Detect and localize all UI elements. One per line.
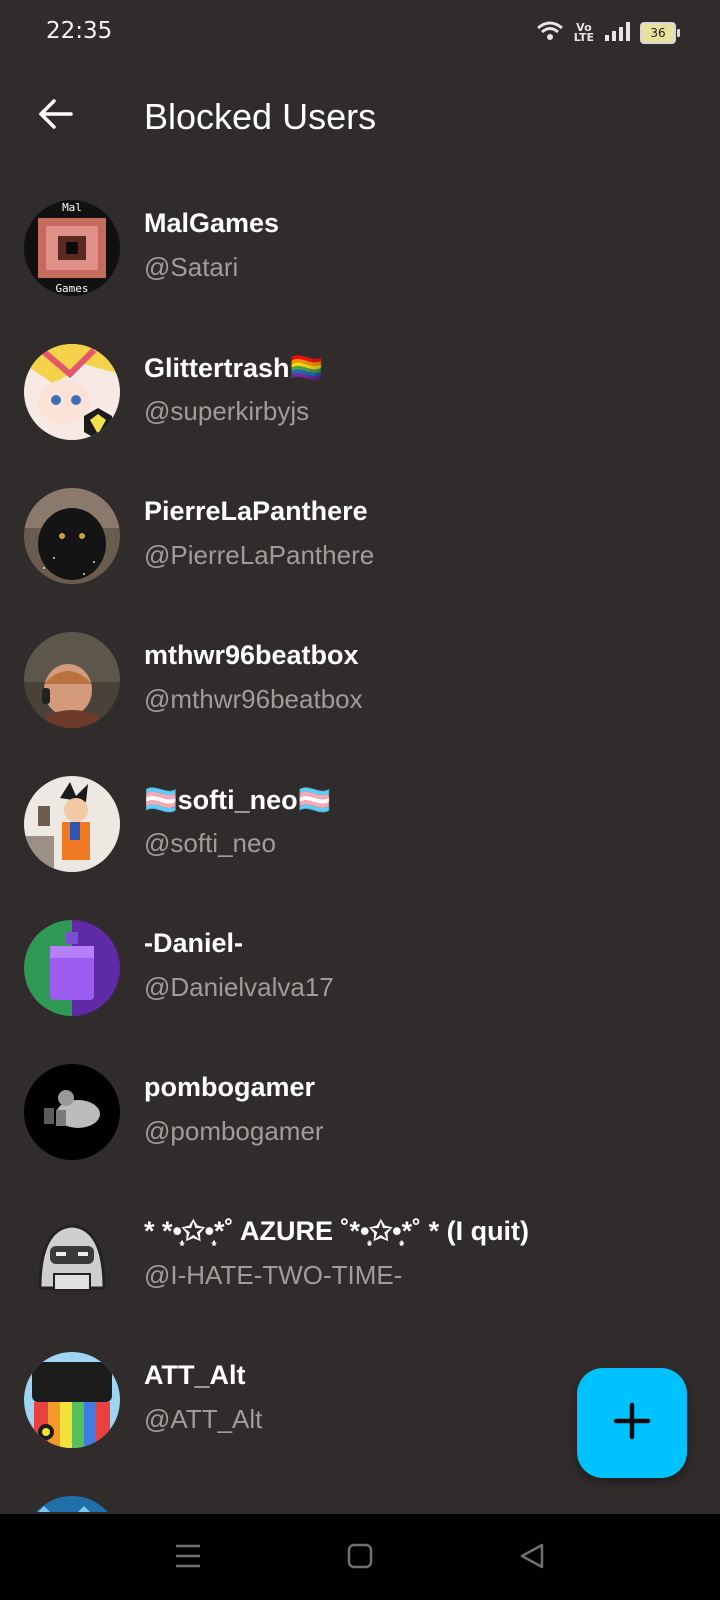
display-name: ATT_Alt [144, 1360, 246, 1390]
avatar [24, 344, 120, 440]
user-row-pierrelapanthere[interactable]: PierreLaPanthere @PierreLaPanthere [0, 464, 720, 608]
system-nav-bar [0, 1514, 720, 1600]
display-name: * *•̩̩͙✩•̩̩͙*˚ AZURE ˚*•̩̩͙✩•̩̩͙*˚ * (I … [144, 1216, 530, 1246]
menu-icon [174, 1543, 202, 1573]
volte-bottom-label: LTE [573, 31, 594, 44]
user-row-azure[interactable]: * *•̩̩͙✩•̩̩͙*˚ AZURE ˚*•̩̩͙✩•̩̩͙*˚ * (I … [0, 1184, 720, 1328]
signal-icon [604, 21, 630, 45]
add-blocked-user-button[interactable] [577, 1368, 687, 1478]
status-time: 22:35 [46, 18, 113, 44]
username: @superkirbyjs [144, 396, 310, 426]
avatar [24, 1496, 120, 1512]
app-bar: Blocked Users [0, 64, 720, 176]
username: @PierreLaPanthere [144, 540, 375, 570]
user-row-mthwr96beatbox[interactable]: mthwr96beatbox @mthwr96beatbox [0, 608, 720, 752]
username: @Danielvalva17 [144, 972, 334, 1002]
avatar: Mal Games [24, 200, 120, 296]
triangle-back-icon [519, 1543, 545, 1573]
user-row-partial[interactable] [0, 1472, 720, 1512]
display-name: 🏳️‍⚧️softi_neo🏳️‍⚧️ [144, 785, 332, 815]
back-button[interactable] [28, 88, 84, 144]
display-name: mthwr96beatbox [144, 640, 359, 670]
page-title: Blocked Users [144, 96, 377, 137]
user-row-daniel[interactable]: -Daniel- @Danielvalva17 [0, 896, 720, 1040]
display-name: pombogamer [144, 1072, 316, 1102]
avatar-text-top: Mal [62, 201, 82, 214]
display-name: Glittertrash🏳️‍🌈 [144, 353, 324, 383]
arrow-left-icon [38, 98, 74, 134]
username: @softi_neo [144, 828, 276, 858]
username: @Satari [144, 252, 239, 282]
avatar [24, 1208, 120, 1304]
wifi-icon [536, 20, 564, 46]
display-name: MalGames [144, 208, 280, 238]
display-name: -Daniel- [144, 928, 244, 958]
avatar [24, 488, 120, 584]
status-icons: Vo LTE 36 [536, 20, 680, 46]
status-bar: 22:35 Vo LTE 36 [0, 0, 720, 64]
square-icon [347, 1543, 373, 1573]
user-row-pombogamer[interactable]: pombogamer @pombogamer [0, 1040, 720, 1184]
username: @pombogamer [144, 1116, 324, 1146]
nav-home-button[interactable] [338, 1536, 382, 1580]
username: @I-HATE-TWO-TIME- [144, 1260, 403, 1290]
avatar [24, 632, 120, 728]
user-row-malgames[interactable]: Mal Games MalGames @Satari [0, 176, 720, 320]
nav-back-button[interactable] [510, 1536, 554, 1580]
volte-icon: Vo LTE [573, 22, 594, 44]
plus-icon [612, 1401, 652, 1445]
battery-level: 36 [650, 26, 666, 40]
avatar [24, 1064, 120, 1160]
display-name: PierreLaPanthere [144, 496, 368, 526]
avatar [24, 1352, 120, 1448]
username: @ATT_Alt [144, 1404, 263, 1434]
blocked-users-list: Mal Games MalGames @Satari Glittertrash🏳… [0, 176, 720, 1512]
avatar [24, 920, 120, 1016]
battery-icon: 36 [640, 22, 680, 44]
nav-menu-button[interactable] [166, 1536, 210, 1580]
avatar-text-bottom: Games [55, 282, 88, 295]
avatar [24, 776, 120, 872]
username: @mthwr96beatbox [144, 684, 363, 714]
user-row-softi-neo[interactable]: 🏳️‍⚧️softi_neo🏳️‍⚧️ @softi_neo [0, 752, 720, 896]
user-row-glittertrash[interactable]: Glittertrash🏳️‍🌈 @superkirbyjs [0, 320, 720, 464]
